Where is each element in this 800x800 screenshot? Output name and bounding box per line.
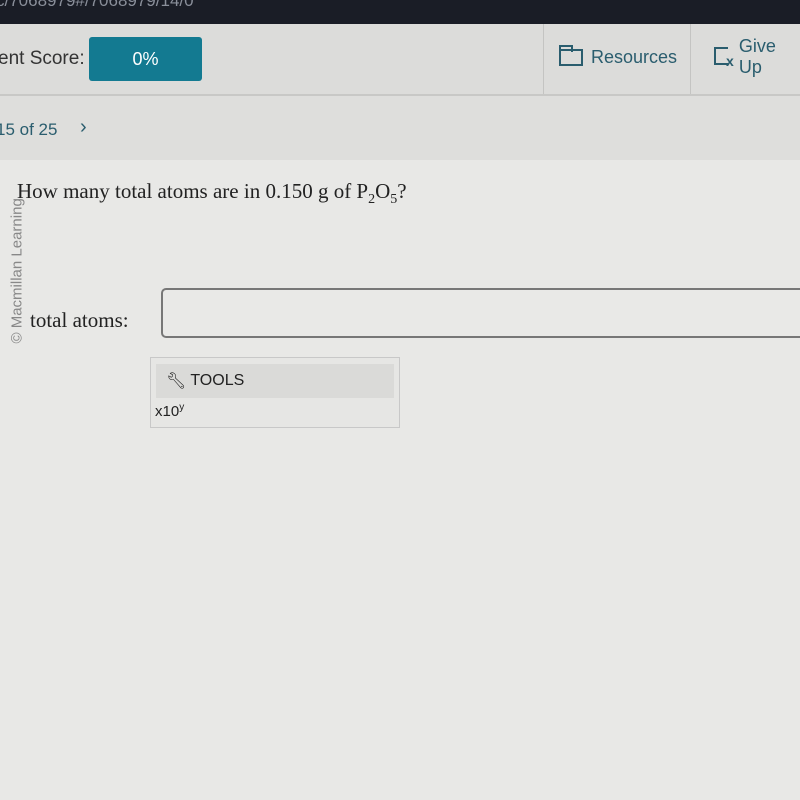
answer-label: total atoms:: [30, 308, 129, 332]
tools-button[interactable]: 🔧︎ TOOLS: [156, 364, 394, 398]
question-text: How many total atoms are in 0.150 g of P…: [17, 179, 407, 208]
tools-label: TOOLS: [190, 372, 245, 389]
divider: [543, 24, 544, 94]
question-counter: 15 of 25: [0, 120, 58, 139]
score-badge: 0%: [89, 37, 202, 81]
wrench-icon: 🔧︎: [166, 373, 187, 390]
scientific-notation-button[interactable]: x10y: [155, 402, 184, 420]
question-nav: 15 of 25 ›: [0, 96, 800, 160]
browser-url-bar[interactable]: c/7068979#/7068979/14/0: [0, 0, 800, 24]
next-question-button[interactable]: ›: [80, 116, 87, 139]
total-atoms-input[interactable]: [161, 288, 800, 338]
folder-icon: [559, 44, 583, 66]
give-up-button[interactable]: Give Up: [714, 36, 800, 77]
divider: [690, 24, 691, 94]
header-bar: ent Score: 0% Resources Give Up: [0, 24, 800, 96]
give-up-label: Give Up: [738, 36, 776, 77]
resources-label: Resources: [591, 46, 678, 67]
question-area: [0, 160, 800, 800]
resources-button[interactable]: Resources: [559, 42, 677, 72]
score-label: ent Score:: [0, 48, 85, 69]
copyright-credit: © Macmillan Learning: [8, 198, 26, 344]
tools-panel: 🔧︎ TOOLS x10y: [150, 357, 400, 428]
url-text: c/7068979#/7068979/14/0: [0, 0, 194, 10]
give-up-icon: [714, 47, 734, 69]
